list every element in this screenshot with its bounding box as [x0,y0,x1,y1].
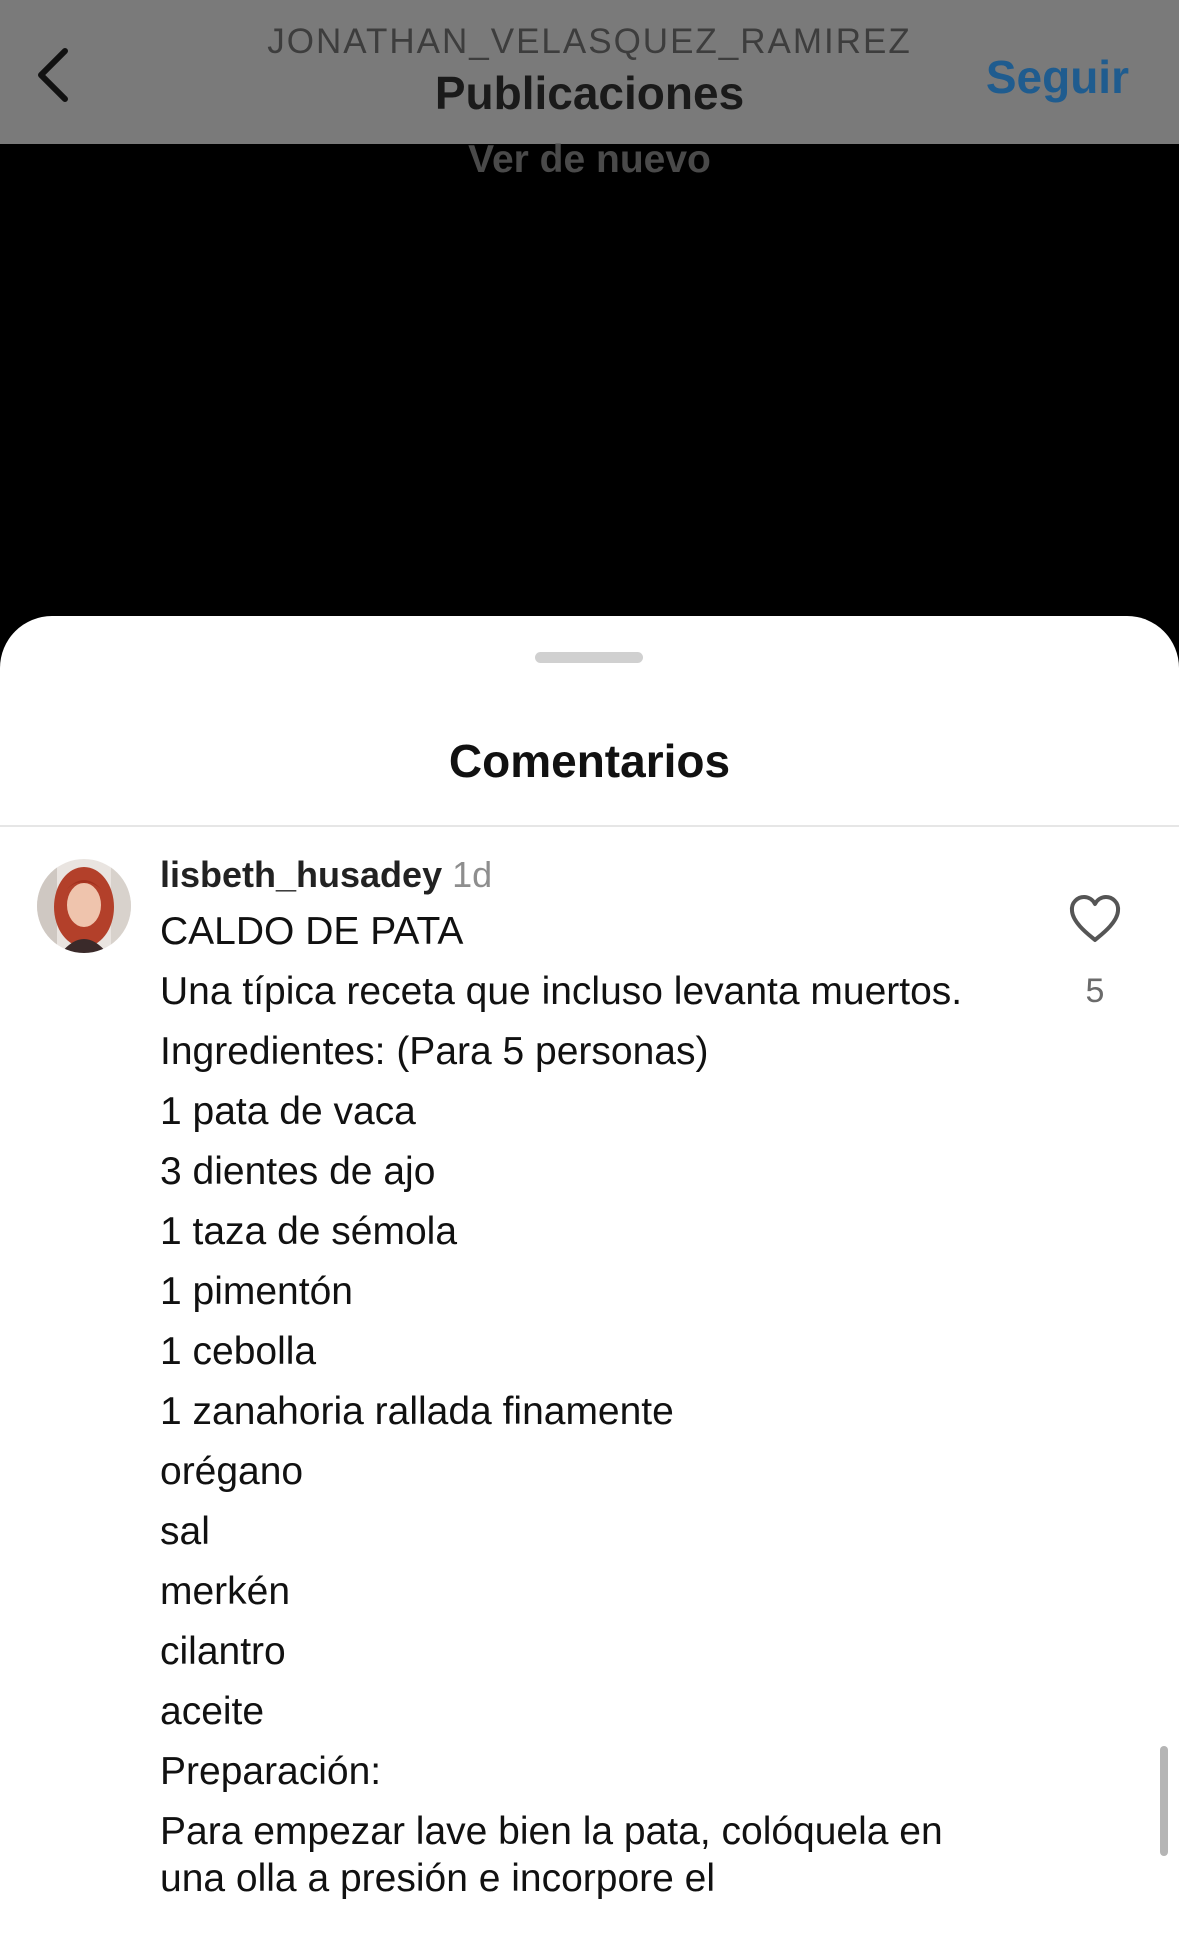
heart-outline-icon [1069,895,1121,942]
comment-line: sal [160,1510,210,1553]
like-count: 5 [1085,972,1105,1010]
comment-line: CALDO DE PATA [160,910,464,953]
user-avatar-icon [37,859,131,953]
comment-line: Una típica receta que incluso levanta mu… [160,970,963,1013]
comment-line: merkén [160,1570,291,1613]
replay-button[interactable]: Ver de nuevo [0,138,1179,182]
comment-line: 1 pimentón [160,1270,353,1313]
comment-line: Preparación: [160,1750,382,1793]
comment-timestamp: 1d [452,854,493,895]
comment-line: aceite [160,1690,265,1733]
comment-line: 1 zanahoria rallada finamente [160,1390,674,1433]
sheet-title: Comentarios [448,735,731,787]
comment-line: cilantro [160,1630,286,1673]
top-navigation-bar: JONATHAN_VELASQUEZ_RAMIREZ Publicaciones… [0,0,1179,144]
comment-line: orégano [160,1450,304,1493]
comment-username[interactable]: lisbeth_husadey [160,854,442,895]
comment-line: 1 cebolla [160,1330,317,1373]
like-button[interactable] [1068,894,1122,944]
scrollbar[interactable] [1160,1746,1168,1856]
follow-button[interactable]: Seguir [986,50,1129,104]
comment-line: Ingredientes: (Para 5 personas) [160,1030,709,1073]
comments-sheet: Comentarios lisbeth_husadey 1d CALDO DE P… [0,616,1179,1954]
comment-text: CALDO DE PATA Una típica receta que incl… [160,908,980,1915]
comment-line: 3 dientes de ajo [160,1150,436,1193]
sheet-drag-handle[interactable] [535,652,643,663]
divider [0,825,1179,827]
avatar[interactable] [37,859,131,953]
comment-line: 1 pata de vaca [160,1090,416,1133]
post-comments-screen: JONATHAN_VELASQUEZ_RAMIREZ Publicaciones… [0,0,1179,1954]
comment-line: 1 taza de sémola [160,1210,458,1253]
comment-line: Para empezar lave bien la pata, colóquel… [160,1810,943,1900]
comment-header: lisbeth_husadey 1d [160,854,492,896]
